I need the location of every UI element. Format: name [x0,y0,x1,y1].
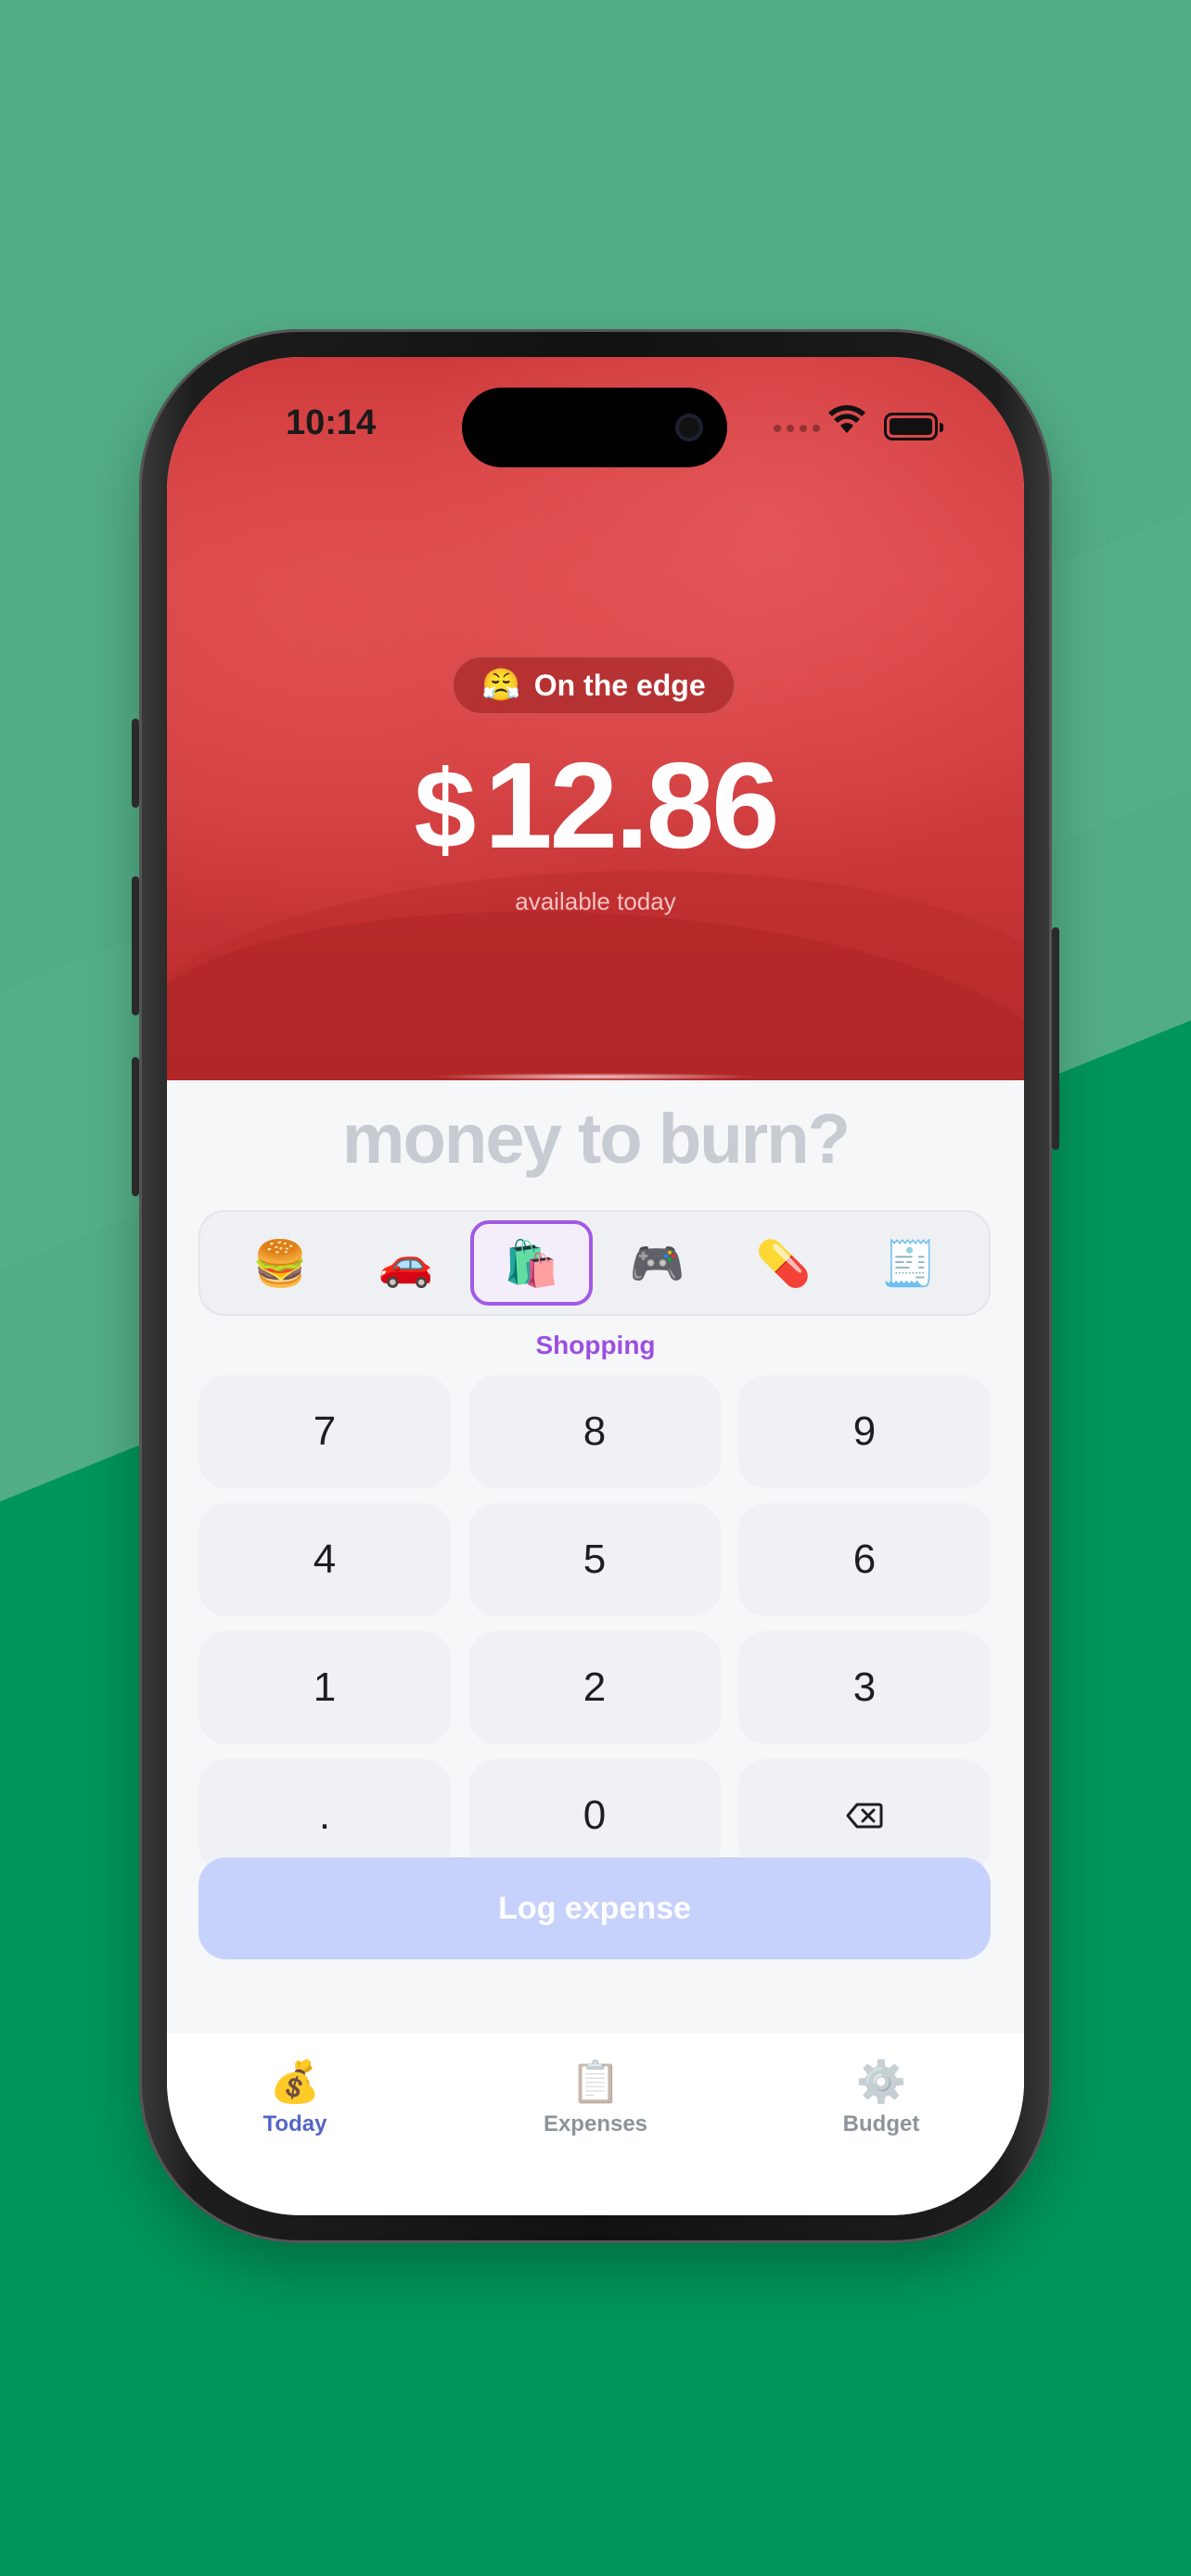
available-subtitle: available today [515,887,676,915]
mood-badge: 😤 On the edge [452,656,736,715]
category-health[interactable]: 💊 [722,1220,844,1306]
tab-bar: 💰 Today 📋 Expenses ⚙️ Budget [167,2034,1024,2215]
phone-frame: 10:14 😤 On the edge $12.86 available tod… [132,329,1059,2243]
pill-icon: 💊 [755,1239,812,1289]
key-3[interactable]: 3 [738,1631,991,1744]
key-6[interactable]: 6 [738,1503,991,1616]
key-2[interactable]: 2 [468,1631,721,1744]
key-4[interactable]: 4 [198,1503,451,1616]
wifi-icon [828,405,865,433]
backspace-icon [846,1803,883,1829]
receipt-icon: 🧾 [881,1239,937,1289]
car-icon: 🚗 [378,1239,434,1289]
game-controller-icon: 🎮 [629,1239,685,1289]
tab-today[interactable]: 💰 Today [202,2058,388,2137]
tab-today-label: Today [263,2111,327,2136]
camera-icon [675,414,703,441]
clipboard-icon: 📋 [570,2060,621,2105]
category-picker: 🍔 🚗 🛍️ 🎮 💊 🧾 [198,1210,991,1316]
tab-expenses[interactable]: 📋 Expenses [503,2058,688,2137]
key-5[interactable]: 5 [468,1503,721,1616]
mood-label: On the edge [533,668,706,702]
volume-down-button [132,1057,139,1196]
dynamic-island [462,388,727,467]
tab-budget-label: Budget [842,2111,920,2136]
category-bills[interactable]: 🧾 [848,1220,970,1306]
available-amount: $12.86 [167,735,1024,875]
app-screen: 10:14 😤 On the edge $12.86 available tod… [167,357,1024,2215]
gear-icon: ⚙️ [855,2060,907,2105]
budget-header: 10:14 😤 On the edge $12.86 available tod… [167,357,1024,1080]
category-games[interactable]: 🎮 [596,1220,719,1306]
key-7[interactable]: 7 [198,1375,451,1488]
frustrated-face-icon: 😤 [481,668,521,703]
numeric-keypad: 7 8 9 4 5 6 1 2 3 . 0 [198,1375,991,1872]
action-button [132,719,139,808]
tab-expenses-label: Expenses [543,2111,648,2136]
status-time: 10:14 [286,403,377,442]
log-expense-button[interactable]: Log expense [198,1857,991,1959]
volume-up-button [132,876,139,1015]
key-0[interactable]: 0 [468,1759,721,1872]
key-decimal[interactable]: . [198,1759,451,1872]
selected-category-label: Shopping [535,1331,656,1359]
key-9[interactable]: 9 [738,1375,991,1488]
key-backspace[interactable] [738,1759,991,1872]
category-shopping[interactable]: 🛍️ [470,1220,594,1306]
amount-prompt: money to burn? [341,1100,851,1179]
money-bag-icon: 💰 [269,2060,321,2105]
tab-budget[interactable]: ⚙️ Budget [788,2058,974,2137]
currency-symbol: $ [414,747,476,872]
burger-icon: 🍔 [252,1239,308,1289]
shopping-bags-icon: 🛍️ [504,1239,560,1289]
category-transport[interactable]: 🚗 [345,1220,467,1306]
battery-icon [884,413,943,440]
power-button [1052,927,1059,1150]
category-food[interactable]: 🍔 [219,1220,341,1306]
key-1[interactable]: 1 [198,1631,451,1744]
key-8[interactable]: 8 [468,1375,721,1488]
cellular-signal-icon [774,425,820,432]
amount-value: 12.86 [484,737,779,874]
